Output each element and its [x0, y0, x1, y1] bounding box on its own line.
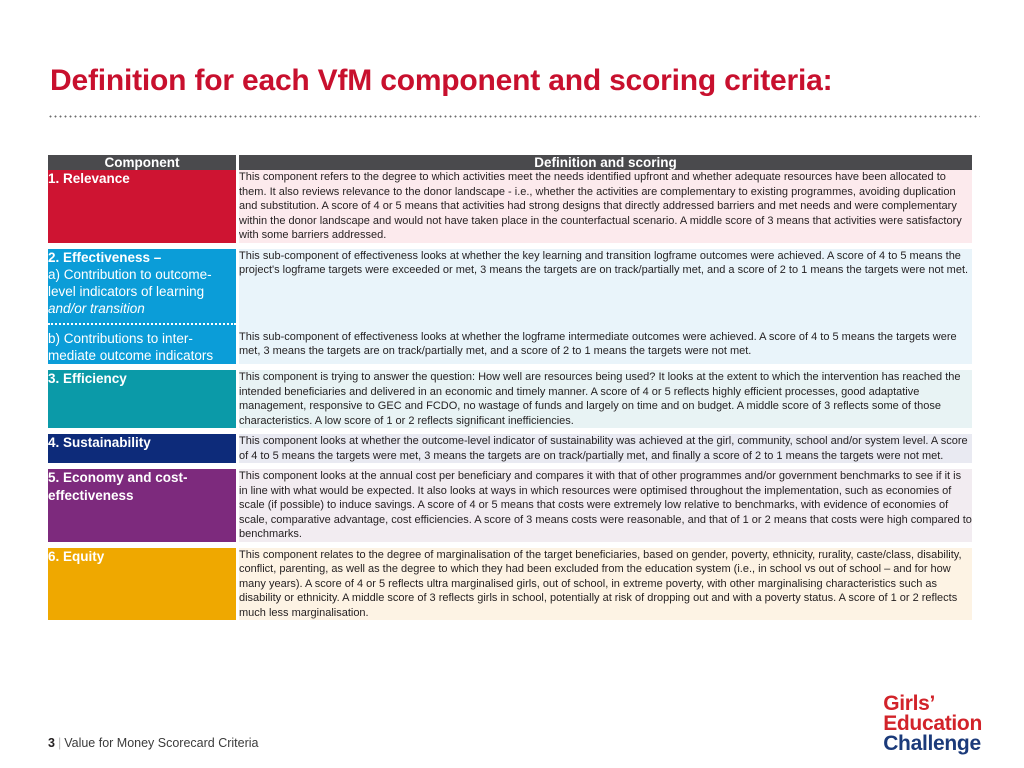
effectiveness-sub-a-line1: a) Contribution to outcome-	[48, 266, 212, 282]
table-row: 3. Efficiency This component is trying t…	[48, 370, 972, 429]
page-title: Definition for each VfM component and sc…	[50, 64, 833, 97]
component-label-efficiency: 3. Efficiency	[48, 370, 236, 429]
footer-separator: |	[57, 736, 62, 750]
table-row: 1. Relevance This component refers to th…	[48, 170, 972, 243]
slide: Definition for each VfM component and sc…	[0, 0, 1024, 768]
component-label-sustainability: 4. Sustainability	[48, 434, 236, 464]
effectiveness-title: 2. Effectiveness –	[48, 249, 162, 265]
header-component: Component	[48, 155, 236, 170]
table-row: 4. Sustainability This component looks a…	[48, 434, 972, 464]
gec-logo: Girls’ Education Challenge	[883, 691, 982, 755]
table-row: b) Contributions to inter- mediate outco…	[48, 329, 972, 365]
table-row: 2. Effectiveness – a) Contribution to ou…	[48, 248, 972, 330]
title-divider	[48, 115, 980, 118]
page-number: 3	[48, 736, 55, 750]
table-row: 6. Equity This component relates to the …	[48, 547, 972, 621]
table-row: 5. Economy and cost-effectiveness This c…	[48, 469, 972, 542]
table-header-row: Component Definition and scoring	[48, 155, 972, 170]
effectiveness-sub-b-line1: b) Contributions to inter-	[48, 330, 193, 346]
effectiveness-sub-b-line2: mediate outcome indicators	[48, 347, 214, 363]
component-label-effectiveness-a: 2. Effectiveness – a) Contribution to ou…	[48, 248, 236, 330]
header-definition: Definition and scoring	[239, 155, 972, 170]
logo-line-girls: Girls’	[883, 691, 936, 715]
definition-equity: This component relates to the degree of …	[239, 547, 972, 621]
footer: 3 | Value for Money Scorecard Criteria	[48, 736, 259, 750]
footer-text: Value for Money Scorecard Criteria	[64, 736, 259, 750]
effectiveness-sub-a-italic: and/or transition	[48, 301, 145, 317]
component-label-equity: 6. Equity	[48, 547, 236, 621]
definition-sustainability: This component looks at whether the outc…	[239, 434, 972, 464]
definition-efficiency: This component is trying to answer the q…	[239, 370, 972, 429]
component-label-economy: 5. Economy and cost-effectiveness	[48, 469, 236, 542]
definition-relevance: This component refers to the degree to w…	[239, 170, 972, 243]
effectiveness-sub-divider	[48, 322, 236, 325]
logo-line-education: Education	[883, 711, 982, 735]
definition-effectiveness-a: This sub-component of effectiveness look…	[239, 248, 972, 330]
component-label-effectiveness-b: b) Contributions to inter- mediate outco…	[48, 329, 236, 365]
vfm-criteria-table: Component Definition and scoring 1. Rele…	[48, 155, 972, 621]
component-label-relevance: 1. Relevance	[48, 170, 236, 243]
effectiveness-sub-a-line2: level indicators of learning	[48, 284, 205, 300]
definition-economy: This component looks at the annual cost …	[239, 469, 972, 542]
definition-effectiveness-b: This sub-component of effectiveness look…	[239, 329, 972, 365]
logo-line-challenge: Challenge	[883, 731, 981, 755]
